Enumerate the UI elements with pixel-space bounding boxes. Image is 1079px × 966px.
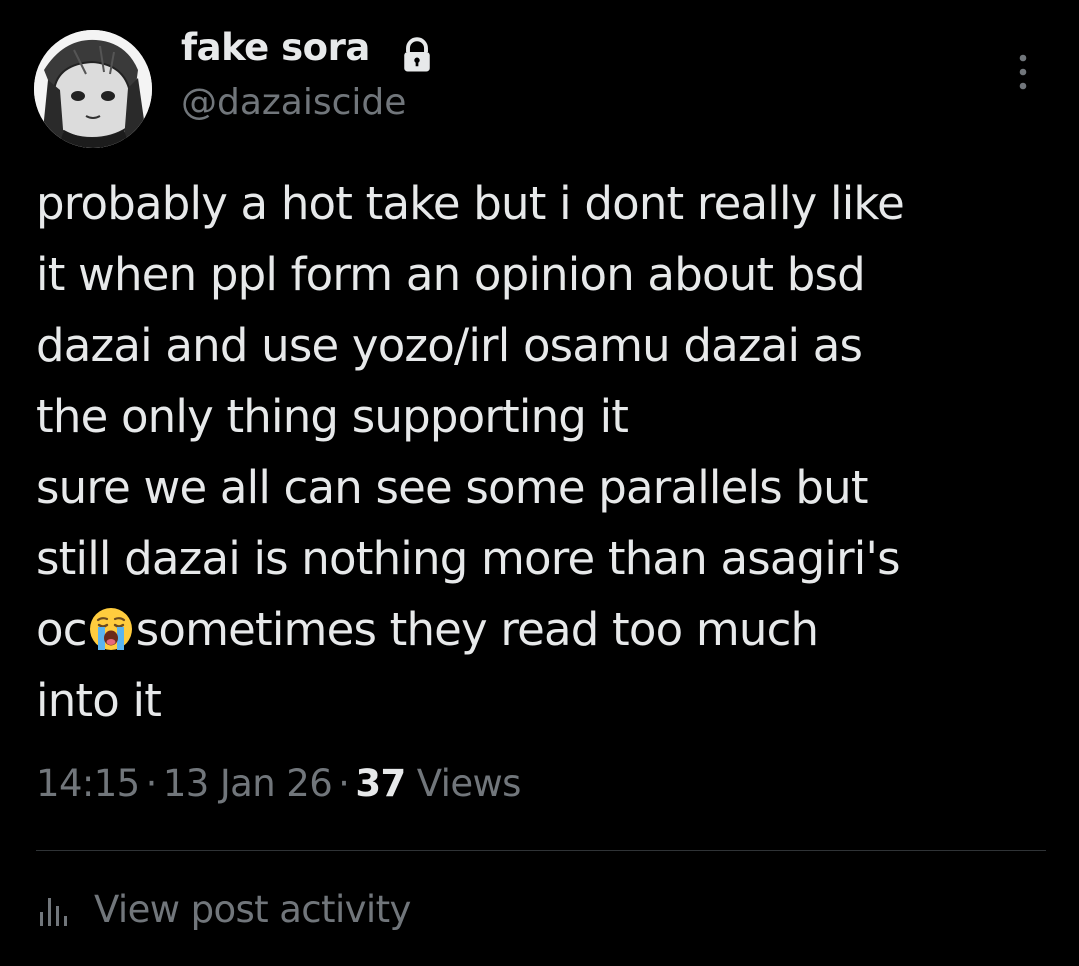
views-label: Views	[416, 762, 522, 805]
post-text-line: into it	[36, 674, 162, 727]
display-name[interactable]: fake sora	[181, 26, 370, 69]
user-handle[interactable]: @dazaiscide	[181, 82, 406, 123]
post-text: probably a hot take but i dont really li…	[36, 168, 1066, 736]
bar-chart-icon	[40, 897, 67, 926]
more-vertical-icon[interactable]	[1005, 50, 1041, 94]
meta-separator: ·	[145, 762, 158, 805]
avatar-image	[34, 30, 152, 148]
post-text-line: dazai and use yozo/irl osamu dazai as	[36, 319, 863, 372]
divider	[36, 850, 1046, 851]
post-time[interactable]: 14:15	[36, 762, 140, 805]
post-date[interactable]: 13 Jan 26	[163, 762, 333, 805]
lock-icon	[404, 37, 430, 72]
post-text-line: oc sometimes they read too much	[36, 594, 1066, 665]
avatar[interactable]	[34, 30, 152, 148]
view-post-activity-button[interactable]: View post activity	[36, 888, 411, 931]
post-text-fragment: oc	[36, 603, 87, 656]
post-detail: fake sora @dazaiscide probably a hot tak…	[0, 0, 1079, 966]
post-meta: 14:15 · 13 Jan 26 · 37 Views	[36, 762, 521, 805]
post-text-line: the only thing supporting it	[36, 390, 629, 443]
post-text-line: probably a hot take but i dont really li…	[36, 177, 905, 230]
views-count: 37	[355, 762, 406, 805]
post-text-line: still dazai is nothing more than asagiri…	[36, 532, 901, 585]
loudly-crying-face-emoji	[89, 608, 132, 650]
post-text-line: it when ppl form an opinion about bsd	[36, 248, 866, 301]
post-text-fragment: sometimes they read too much	[135, 603, 819, 656]
view-post-activity-label: View post activity	[94, 888, 411, 931]
post-text-line: sure we all can see some parallels but	[36, 461, 869, 514]
meta-separator: ·	[338, 762, 350, 805]
